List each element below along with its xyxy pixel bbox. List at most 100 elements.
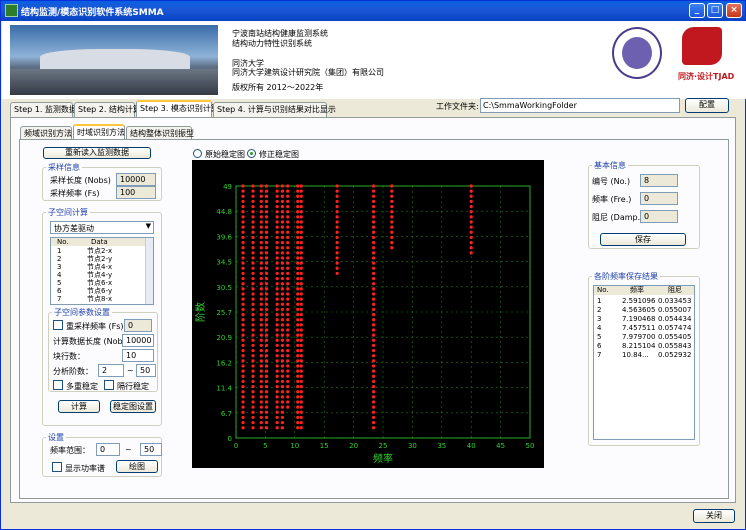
tab-step2[interactable]: Step 2. 结构计算 <box>74 102 141 118</box>
stable-point <box>299 215 303 219</box>
title-bar[interactable]: 结构监测/模态识别软件系统SMMA _ □ × <box>1 1 745 21</box>
stable-point <box>335 204 339 209</box>
stable-point <box>280 348 285 353</box>
stable-point <box>251 297 255 301</box>
config-button[interactable]: 配置 <box>685 98 729 113</box>
stable-point <box>299 251 303 255</box>
multi-stable-label: 多重稳定 <box>66 382 98 391</box>
stable-point <box>296 328 300 332</box>
stable-point <box>469 184 473 188</box>
calc-length-field[interactable]: 10000 <box>122 334 154 347</box>
stable-point <box>390 240 394 245</box>
resample-checkbox[interactable] <box>53 320 63 330</box>
stable-point <box>241 261 245 265</box>
corrected-stability-radio[interactable] <box>247 149 256 158</box>
stable-point <box>335 210 339 214</box>
stable-point <box>264 400 269 404</box>
list-scrollbar[interactable] <box>145 238 153 304</box>
freq-range-min-field[interactable]: 0 <box>96 443 120 456</box>
tab-step4[interactable]: Step 4. 计算与识别结果对比显示 <box>213 102 336 118</box>
method-select[interactable]: 协方差驱动 ▼ <box>50 221 154 234</box>
stable-point <box>296 220 300 224</box>
stability-diagram[interactable]: 0 5 10 15 20 25 30 35 40 45 50 0 6.7 11.4 16.2 20.9 25.7… <box>192 160 544 468</box>
stability-settings-button[interactable]: 稳定图设置 <box>110 400 156 413</box>
reload-data-button[interactable]: 重新读入监测数据 <box>43 147 151 159</box>
stable-point <box>264 282 269 286</box>
stable-point <box>371 215 376 219</box>
stable-point <box>469 235 473 240</box>
freq-range-max-field[interactable]: 50 <box>140 443 162 456</box>
saved-results-table[interactable]: No. 频率 阻尼 1 2.591096 0.033453 2 4.563605 0.0… <box>593 285 695 440</box>
stable-point <box>264 312 269 317</box>
stable-point <box>335 230 339 234</box>
original-stability-radio[interactable] <box>193 149 202 158</box>
stable-point <box>286 287 290 291</box>
order-min-field[interactable]: 2 <box>98 364 124 377</box>
original-stability-label: 原始稳定图 <box>205 150 245 159</box>
stable-point <box>275 261 279 265</box>
tab-step1[interactable]: Step 1. 监测数据 <box>10 102 77 118</box>
stable-point <box>275 323 279 327</box>
stable-point <box>371 395 376 399</box>
stable-point <box>259 420 263 425</box>
stable-point <box>296 384 300 389</box>
compute-button[interactable]: 计算 <box>58 400 100 413</box>
stable-point <box>469 210 473 214</box>
y-tick-label: 44.8 <box>216 208 232 216</box>
stable-point <box>251 338 255 342</box>
maximize-button[interactable]: □ <box>707 3 723 18</box>
order-max-field[interactable]: 50 <box>136 364 156 377</box>
multi-stable-checkbox[interactable] <box>53 380 63 390</box>
stable-point <box>296 287 300 291</box>
stable-point <box>280 426 285 430</box>
close-button[interactable]: 关闭 <box>693 509 735 523</box>
stable-point <box>280 282 285 286</box>
stable-point <box>251 318 255 322</box>
stable-point <box>275 297 279 301</box>
x-tick-label: 35 <box>437 442 446 450</box>
stable-point <box>280 261 285 265</box>
stable-point <box>241 384 245 389</box>
workdir-field[interactable]: C:\SmmaWorkingFolder <box>480 98 680 113</box>
stable-point <box>390 220 394 224</box>
stable-point <box>299 338 303 342</box>
stable-point <box>264 395 269 399</box>
stable-point <box>241 230 245 234</box>
stable-point <box>264 384 269 389</box>
stable-point <box>371 230 376 234</box>
stable-point <box>251 266 255 270</box>
y-tick-label: 0 <box>228 435 232 443</box>
tjad-logo: 同济·设计TJAD <box>678 25 742 87</box>
stable-point <box>296 318 300 322</box>
stable-point <box>264 333 269 337</box>
stable-point <box>259 312 263 317</box>
mode-freq-field: 0 <box>640 192 678 205</box>
block-rows-field[interactable]: 10 <box>122 349 154 362</box>
stable-point <box>280 384 285 389</box>
stable-point <box>259 240 263 245</box>
minimize-button[interactable]: _ <box>689 3 705 18</box>
stable-point <box>335 194 339 198</box>
stable-point <box>275 266 279 270</box>
stable-point <box>280 302 285 306</box>
stable-point <box>251 230 255 234</box>
plot-button[interactable]: 绘图 <box>116 460 158 473</box>
save-button[interactable]: 保存 <box>600 233 686 246</box>
stable-point <box>296 271 300 276</box>
stable-point <box>280 405 285 409</box>
stable-point <box>275 364 279 368</box>
channel-list[interactable]: No. Data 1 节点2-x 2 节点2-y 3 节点4-x 4 节点4-y 5 节点… <box>50 237 154 305</box>
every-row-checkbox[interactable] <box>104 380 114 390</box>
stable-point <box>335 256 339 260</box>
stable-point <box>241 204 245 209</box>
stable-point <box>286 282 290 286</box>
show-psd-checkbox[interactable] <box>52 462 62 472</box>
stable-point <box>251 194 255 198</box>
tab-step3[interactable]: Step 3. 模态识别计算 <box>136 100 219 118</box>
stable-point <box>286 215 290 219</box>
stable-point <box>280 395 285 399</box>
close-window-button[interactable]: × <box>726 3 742 18</box>
stable-point <box>241 312 245 317</box>
stable-point <box>299 271 303 276</box>
header: 宁波南站结构健康监测系统 结构动力特性识别系统 同济大学 同济大学建筑设计研究院… <box>2 21 746 99</box>
